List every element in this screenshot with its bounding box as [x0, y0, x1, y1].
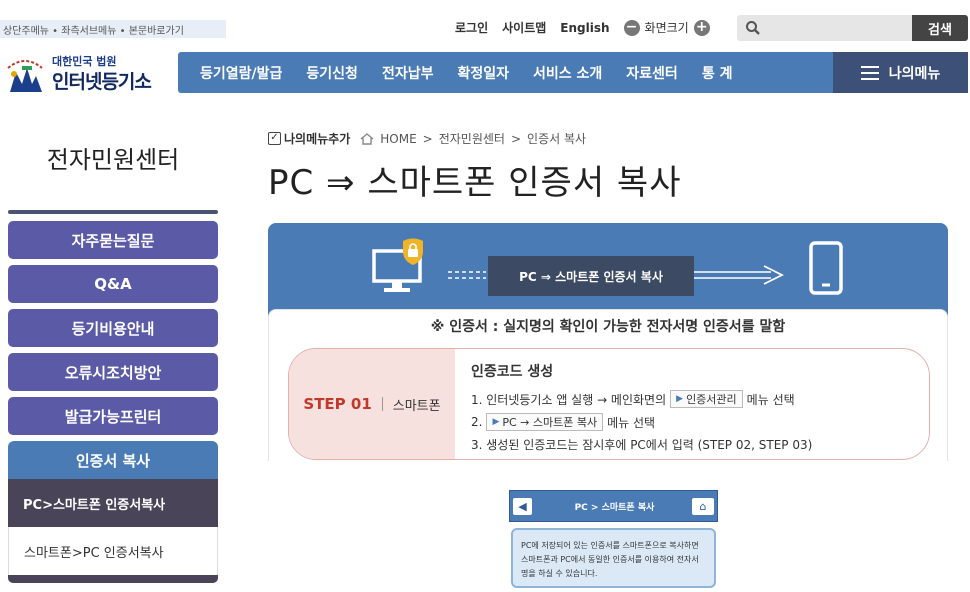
chip-label: PC → 스마트폰 복사: [502, 416, 598, 429]
step-divider: [381, 397, 383, 411]
pc-to-phone-chip: ▶ PC → 스마트폰 복사: [486, 413, 604, 431]
step-heading: 인증코드 생성: [471, 364, 554, 380]
zoom-label: 화면크기: [644, 21, 689, 35]
breadcrumb-sep: >: [422, 131, 433, 146]
diagram-label: PC ⇒ 스마트폰 인증서 복사: [488, 256, 694, 296]
search-bar: 검색: [737, 15, 968, 41]
sidebar-item-printers[interactable]: 발급가능프린터: [8, 397, 218, 435]
search-input[interactable]: [761, 21, 901, 35]
sidebar-item-errors[interactable]: 오류시조치방안: [8, 353, 218, 391]
zoom-control: − 화면크기 +: [623, 19, 710, 36]
site-logo[interactable]: 대한민국 법원 인터넷등기소: [2, 48, 172, 98]
step-number: STEP 01: [303, 395, 372, 413]
cert-notice: ※ 인증서 : 실지명의 확인이 가능한 전자서명 인증서를 말함: [430, 319, 786, 335]
hamburger-icon: [860, 65, 879, 80]
step-line-2: 2. ▶ PC → 스마트폰 복사 메뉴 선택: [471, 413, 812, 431]
sidebar-divider: [8, 210, 218, 214]
logo-main: 인터넷등기소: [52, 71, 152, 93]
my-menu-button[interactable]: 나의메뉴: [833, 52, 968, 93]
chip-arrow-icon: ▶: [676, 394, 684, 404]
search-icon: [746, 21, 760, 35]
step-actor: 스마트폰: [392, 398, 441, 414]
my-menu-label: 나의메뉴: [888, 65, 941, 82]
skip-links[interactable]: 상단주메뉴 • 좌측서브메뉴 • 본문바로가기: [0, 20, 226, 38]
zoom-in-button[interactable]: +: [693, 19, 710, 36]
login-link[interactable]: 로그인: [455, 19, 488, 36]
search-box: [737, 15, 912, 41]
step-line-1-pre: 1. 인터넷등기소 앱 실행 → 메인화면의: [471, 392, 667, 407]
nav-item[interactable]: 전자납부: [370, 63, 446, 83]
add-my-menu-label: 나의메뉴추가: [284, 132, 351, 146]
home-icon: ⌂: [692, 498, 714, 515]
nav-item[interactable]: 확정일자: [445, 63, 521, 83]
english-link[interactable]: English: [560, 21, 609, 35]
sidebar-footer: [8, 575, 218, 583]
step-line-1: 1. 인터넷등기소 앱 실행 → 메인화면의 ▶ 인증서관리 메뉴 선택: [471, 390, 812, 408]
sidebar-item-cert-copy[interactable]: 인증서 복사: [8, 441, 218, 479]
breadcrumb-sep: >: [510, 131, 522, 146]
breadcrumb-level1[interactable]: 전자민원센터: [439, 130, 505, 147]
step-line-3: 3. 생성된 인증코드는 잠시후에 PC에서 입력 (STEP 02, STEP…: [471, 438, 813, 452]
breadcrumb-home[interactable]: HOME: [380, 132, 416, 146]
court-emblem-icon: [7, 60, 43, 92]
sidebar-subitem-pc-to-phone[interactable]: PC>스마트폰 인증서복사: [8, 479, 218, 527]
checkbox-icon: ✓: [268, 132, 281, 145]
step-header: STEP 01 스마트폰: [289, 349, 455, 459]
sidebar-item-faq[interactable]: 자주묻는질문: [8, 221, 218, 259]
breadcrumb-level2[interactable]: 인증서 복사: [527, 130, 586, 147]
search-button[interactable]: 검색: [912, 15, 968, 41]
sidebar-item-qna[interactable]: Q&A: [8, 265, 218, 303]
step-card: STEP 01 스마트폰 인증코드 생성 1. 인터넷등기소 앱 실행 → 메인…: [288, 348, 930, 460]
step-line-1-post: 메뉴 선택: [746, 392, 795, 407]
phone-screenshot: ◀ PC > 스마트폰 복사 ⌂ PC에 저장되어 있는 인증서를 스마트폰으로…: [509, 490, 718, 592]
sidebar-menu: 자주묻는질문 Q&A 등기비용안내 오류시조치방안 발급가능프린터 인증서 복사…: [8, 221, 218, 583]
breadcrumb: ✓ 나의메뉴추가 HOME > 전자민원센터 > 인증서 복사: [268, 130, 586, 147]
page-title: PC ⇒ 스마트폰 인증서 복사: [268, 163, 682, 203]
sitemap-link[interactable]: 사이트맵: [502, 19, 546, 36]
chip-label: 인증서관리: [686, 393, 737, 406]
main-nav: 등기열람/발급 등기신청 전자납부 확정일자 서비스 소개 자료센터 통 계: [178, 52, 835, 93]
phone-description: PC에 저장되어 있는 인증서를 스마트폰으로 복사하면 스마트폰과 PC에서 …: [511, 528, 716, 588]
nav-item[interactable]: 등기신청: [294, 63, 370, 83]
add-my-menu-button[interactable]: ✓ 나의메뉴추가: [268, 130, 350, 147]
chip-arrow-icon: ▶: [492, 417, 500, 427]
sidebar-item-fees[interactable]: 등기비용안내: [8, 309, 218, 347]
nav-item[interactable]: 서비스 소개: [521, 63, 614, 83]
home-icon: [360, 132, 374, 145]
nav-item[interactable]: 통 계: [690, 63, 745, 83]
zoom-out-button[interactable]: −: [623, 19, 640, 36]
step-line-2-post: 메뉴 선택: [607, 415, 656, 430]
pc-lock-icon: [372, 238, 423, 292]
nav-item[interactable]: 등기열람/발급: [188, 63, 294, 83]
phone-title-bar: ◀ PC > 스마트폰 복사 ⌂: [509, 490, 718, 522]
step-content: 인증코드 생성 1. 인터넷등기소 앱 실행 → 메인화면의 ▶ 인증서관리 메뉴…: [471, 361, 812, 458]
cert-manage-chip: ▶ 인증서관리: [670, 390, 743, 408]
sidebar-title: 전자민원센터: [46, 146, 180, 174]
phone-title: PC > 스마트폰 복사: [574, 503, 655, 513]
utility-nav: 로그인 사이트맵 English − 화면크기 +: [455, 19, 710, 36]
sidebar-subitem-phone-to-pc[interactable]: 스마트폰>PC 인증서복사: [8, 527, 218, 575]
nav-item[interactable]: 자료센터: [614, 63, 690, 83]
smartphone-icon: [809, 241, 843, 295]
step-line-2-pre: 2.: [471, 415, 483, 429]
